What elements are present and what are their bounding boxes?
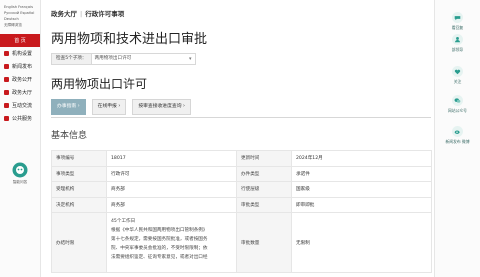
wechat-icon — [452, 95, 463, 106]
lang-russian[interactable]: Pусский — [4, 11, 19, 15]
info-key: 受理机构 — [51, 181, 107, 198]
smart-qa-icon[interactable] — [12, 162, 28, 178]
info-key: 事项编号 — [51, 150, 107, 167]
right-nav-leaders[interactable]: 部领导 — [435, 34, 480, 53]
hall-icon — [4, 90, 9, 95]
nav-item-label: 首 页 — [14, 38, 26, 44]
breadcrumb-current: 行政许可事项 — [85, 10, 125, 18]
nav-item-label: 互动交流 — [12, 103, 33, 109]
nav-item-home[interactable]: 首 页 — [0, 34, 40, 47]
disclosure-icon — [4, 77, 9, 82]
nav-item-disclosure[interactable]: 政务公开 — [0, 73, 40, 86]
lang-english[interactable]: English — [4, 5, 17, 9]
reply-icon — [452, 12, 463, 23]
info-key: 审批数量 — [236, 212, 292, 273]
breadcrumb: 政务大厅 | 行政许可事项 — [51, 8, 124, 18]
subitem-select-value: 两用物项出口许可 — [94, 56, 132, 61]
nav-item-label: 新闻发布 — [12, 64, 33, 70]
breadcrumb-separator: | — [80, 10, 83, 18]
right-nav-follow[interactable]: 关注 — [435, 66, 480, 85]
breadcrumb-root[interactable]: 政务大厅 — [51, 10, 77, 18]
info-value-timing: 45个工作日 根据《中华人民共和国两用物项出口管制条例》 第十七条规定，需要按国… — [106, 212, 237, 273]
accessibility-link[interactable]: 无障碍浏览 — [4, 23, 22, 27]
lang-french[interactable]: Français — [18, 5, 33, 9]
info-value: 国家级 — [291, 181, 432, 198]
category-selector: 检查5个子项： 两用物项出口许可 ▾ — [51, 53, 196, 65]
leader-icon — [452, 34, 463, 45]
right-nav-label: 部领导 — [451, 47, 464, 52]
right-nav-label: 看回复 — [451, 25, 464, 30]
info-value: 18017 — [106, 150, 237, 167]
right-nav-label: 网站公众号 — [448, 108, 467, 113]
progress-query-button[interactable]: 按审查接收进度查询 › — [132, 99, 191, 115]
smart-qa-label: 智能问答 — [12, 180, 28, 184]
right-sidebar: 看回复 部领导 关注 网站公众号 新闻发布 微博 — [434, 0, 480, 277]
divider — [51, 117, 431, 118]
service-icon — [4, 116, 9, 121]
follow-icon — [452, 66, 463, 77]
timing-line: 第十七条规定，需要按国务院批准，或者按国务 — [111, 237, 208, 242]
timing-line: 院、中央军事委员会批准的，不受时限限制；依 — [111, 246, 208, 251]
info-key: 审批类型 — [236, 196, 292, 213]
table-row: 决定机构 商务部 审批类型 即审即批 — [51, 196, 432, 213]
info-key: 事项类型 — [51, 165, 107, 182]
info-key: 办结时限 — [51, 212, 107, 273]
main-content: 政务大厅 | 行政许可事项 两用物项和技术进出口审批 检查5个子项： 两用物项出口许… — [51, 0, 432, 277]
timing-line: 法需要组织鉴定、征询专家意见，或者对出口经 — [111, 255, 208, 260]
nav-item-label: 政务大厅 — [12, 90, 33, 96]
nav-item-interaction[interactable]: 互动交流 — [0, 99, 40, 112]
lang-german[interactable]: Deutsch — [4, 17, 19, 21]
nav-item-label: 公共服务 — [12, 116, 33, 122]
nav-item-public-service[interactable]: 公共服务 — [0, 112, 40, 125]
basic-info-table: 事项编号 18017 更新时间 2024年12月 事项类型 行政许可 办件类型 … — [51, 150, 432, 273]
info-key: 办件类型 — [236, 165, 292, 182]
right-nav-reply[interactable]: 看回复 — [435, 12, 480, 31]
timing-line: 45个工作日 — [111, 219, 136, 224]
online-apply-button-label: 在线申报 — [97, 104, 117, 109]
category-label: 检查5个子项： — [51, 53, 92, 65]
info-value: 行政许可 — [106, 165, 237, 182]
info-value: 商务部 — [106, 196, 237, 213]
info-value: 即审即批 — [291, 196, 432, 213]
info-key: 行使层级 — [236, 181, 292, 198]
action-buttons: 办事指南 › 在线申报 › 按审查接收进度查询 › — [51, 99, 191, 115]
subitem-title: 两用物项出口许可 — [51, 77, 148, 91]
guide-button[interactable]: 办事指南 › — [51, 99, 86, 115]
nav-item-news[interactable]: 新闻发布 — [0, 60, 40, 73]
right-nav-label: 新闻发布 微博 — [445, 139, 470, 144]
right-nav-label: 关注 — [453, 79, 462, 84]
news-icon — [4, 64, 9, 69]
nav-item-label: 政务公开 — [12, 77, 33, 83]
table-row: 受理机构 商务部 行使层级 国家级 — [51, 181, 432, 198]
nav-item-hall[interactable]: 政务大厅 — [0, 86, 40, 99]
table-row: 事项类型 行政许可 办件类型 承诺件 — [51, 165, 432, 182]
table-row: 事项编号 18017 更新时间 2024年12月 — [51, 150, 432, 167]
info-value: 2024年12月 — [291, 150, 432, 167]
left-nav: 首 页 机构设置 新闻发布 政务公开 政务大厅 互动交流 公共服务 — [0, 34, 40, 125]
language-list: English Français Pусский Español Deutsch… — [0, 0, 40, 28]
right-nav-weibo[interactable]: 新闻发布 微博 — [435, 126, 480, 145]
page-title: 两用物项和技术进出口审批 — [51, 32, 208, 47]
left-sidebar: English Français Pусский Español Deutsch… — [0, 0, 41, 277]
weibo-icon — [452, 126, 463, 137]
info-value: 承诺件 — [291, 165, 432, 182]
nav-item-label: 机构设置 — [12, 51, 33, 57]
nav-item-organization[interactable]: 机构设置 — [0, 47, 40, 60]
info-key: 更新时间 — [236, 150, 292, 167]
org-icon — [4, 51, 9, 56]
timing-line: 根据《中华人民共和国两用物项出口管制条例》 — [111, 228, 208, 233]
info-value: 无限制 — [291, 212, 432, 273]
info-value: 商务部 — [106, 181, 237, 198]
section-title: 基本信息 — [51, 131, 88, 141]
info-key: 决定机构 — [51, 196, 107, 213]
table-row: 办结时限 45个工作日 根据《中华人民共和国两用物项出口管制条例》 第十七条规定… — [51, 212, 432, 273]
online-apply-button[interactable]: 在线申报 › — [91, 99, 127, 115]
progress-query-button-label: 按审查接收进度查询 — [138, 104, 182, 109]
subitem-select[interactable]: 两用物项出口许可 ▾ — [91, 53, 196, 65]
chevron-down-icon: ▾ — [188, 56, 192, 62]
lang-spanish[interactable]: Español — [20, 11, 34, 15]
right-nav-wechat[interactable]: 网站公众号 — [435, 95, 480, 114]
guide-button-label: 办事指南 — [57, 104, 77, 109]
interaction-icon — [4, 103, 9, 108]
